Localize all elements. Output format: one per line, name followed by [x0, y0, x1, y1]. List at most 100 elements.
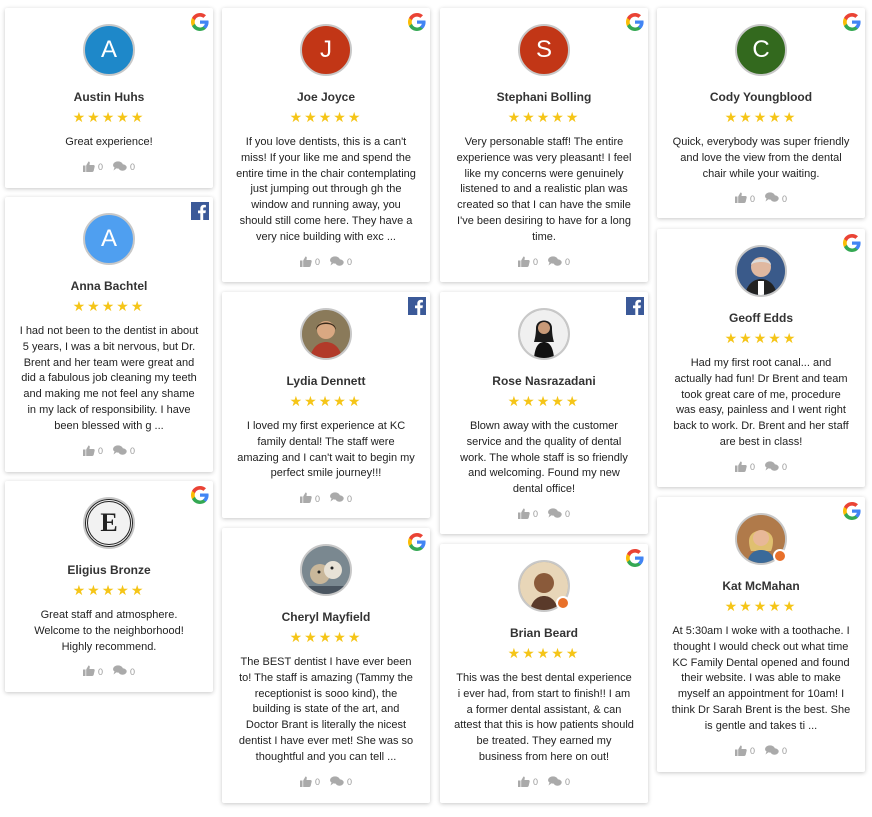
- comment-count: 0: [565, 777, 571, 788]
- google-icon[interactable]: [843, 502, 861, 520]
- like-button[interactable]: 0: [82, 445, 103, 458]
- reviewer-name[interactable]: Cheryl Mayfield: [234, 610, 418, 624]
- comment-button[interactable]: 0: [548, 508, 570, 521]
- comments-icon: [113, 161, 127, 174]
- comment-button[interactable]: 0: [330, 255, 352, 269]
- comments-icon: [330, 775, 344, 789]
- profile-photo: [302, 310, 350, 358]
- reviewer-name[interactable]: Cody Youngblood: [669, 90, 853, 104]
- avatar: E: [83, 497, 135, 549]
- reviewer-name[interactable]: Stephani Bolling: [452, 90, 636, 104]
- review-card: A Austin Huhs ★★★★★ Great experience! 0 …: [5, 8, 213, 188]
- comment-count: 0: [347, 493, 353, 504]
- google-icon[interactable]: [843, 13, 861, 31]
- like-button[interactable]: 0: [517, 776, 538, 789]
- review-card: Brian Beard ★★★★★ This was the best dent…: [440, 544, 648, 803]
- review-text: Quick, everybody was super friendly and …: [672, 136, 850, 180]
- like-count: 0: [532, 509, 538, 520]
- review-text: Great staff and atmosphere. Welcome to t…: [34, 609, 184, 653]
- reviewer-name[interactable]: Austin Huhs: [17, 90, 201, 104]
- like-button[interactable]: 0: [299, 776, 320, 789]
- review-card: Cheryl Mayfield ★★★★★ The BEST dentist I…: [222, 528, 430, 803]
- comment-count: 0: [782, 746, 788, 757]
- comment-button[interactable]: 0: [113, 444, 136, 458]
- like-count: 0: [97, 446, 103, 457]
- google-icon[interactable]: [843, 234, 861, 252]
- like-button[interactable]: 0: [734, 192, 755, 205]
- comment-button[interactable]: 0: [330, 775, 352, 789]
- avatar-initial: A: [100, 36, 117, 63]
- facebook-icon[interactable]: [626, 297, 644, 315]
- review-text: I loved my first experience at KC family…: [237, 420, 415, 480]
- like-button[interactable]: 0: [517, 256, 538, 269]
- avatar: [518, 560, 570, 612]
- avatar-monogram: E: [85, 499, 133, 547]
- comment-button[interactable]: 0: [548, 776, 570, 789]
- avatar: [300, 544, 352, 596]
- comment-button[interactable]: 0: [765, 744, 788, 758]
- reviewer-name[interactable]: Joe Joyce: [234, 90, 418, 104]
- star-rating: ★★★★★: [289, 629, 363, 645]
- google-icon[interactable]: [191, 13, 209, 31]
- like-count: 0: [97, 162, 103, 173]
- reviewer-name[interactable]: Brian Beard: [452, 626, 636, 640]
- facebook-icon[interactable]: [191, 202, 209, 220]
- like-button[interactable]: 0: [299, 256, 320, 269]
- review-card: Geoff Edds ★★★★★ Had my first root canal…: [657, 229, 865, 487]
- review-card: A Anna Bachtel ★★★★★ I had not been to t…: [5, 197, 213, 472]
- comment-button[interactable]: 0: [113, 665, 135, 678]
- reviewer-name[interactable]: Lydia Dennett: [234, 374, 418, 388]
- profile-photo: [737, 247, 785, 295]
- thumbs-up-icon: [299, 492, 312, 505]
- comment-button[interactable]: 0: [765, 192, 787, 205]
- comment-count: 0: [782, 462, 788, 473]
- google-icon[interactable]: [626, 549, 644, 567]
- avatar: C: [735, 24, 787, 76]
- thumbs-up-icon: [734, 745, 747, 758]
- review-card: Rose Nasrazadani ★★★★★ Blown away with t…: [440, 292, 648, 534]
- like-count: 0: [314, 777, 320, 788]
- review-card: S Stephani Bolling ★★★★★ Very personable…: [440, 8, 648, 282]
- google-icon[interactable]: [408, 13, 426, 31]
- avatar: [518, 308, 570, 360]
- reviewer-name[interactable]: Geoff Edds: [669, 311, 853, 325]
- comments-icon: [548, 508, 562, 521]
- review-card: C Cody Youngblood ★★★★★ Quick, everybody…: [657, 8, 865, 218]
- star-rating: ★★★★★: [289, 109, 363, 125]
- like-button[interactable]: 0: [82, 665, 103, 678]
- avatar-initial: C: [752, 36, 770, 63]
- review-text: Blown away with the customer service and…: [460, 420, 628, 496]
- comment-button[interactable]: 0: [330, 492, 352, 505]
- avatar-initial: J: [320, 36, 332, 63]
- like-button[interactable]: 0: [734, 461, 755, 474]
- reviewer-name[interactable]: Eligius Bronze: [17, 563, 201, 577]
- like-button[interactable]: 0: [299, 492, 320, 505]
- local-guide-badge: [556, 596, 570, 610]
- like-button[interactable]: 0: [517, 508, 538, 521]
- like-count: 0: [314, 257, 320, 268]
- review-text: If you love dentists, this is a can't mi…: [236, 136, 416, 243]
- facebook-icon[interactable]: [408, 297, 426, 315]
- comment-count: 0: [130, 446, 136, 457]
- like-count: 0: [532, 257, 538, 268]
- avatar: A: [83, 24, 135, 76]
- comment-button[interactable]: 0: [548, 255, 570, 269]
- comment-button[interactable]: 0: [113, 161, 135, 174]
- avatar: [735, 245, 787, 297]
- comment-count: 0: [565, 509, 571, 520]
- google-icon[interactable]: [408, 533, 426, 551]
- google-icon[interactable]: [626, 13, 644, 31]
- reviewer-name[interactable]: Anna Bachtel: [17, 279, 201, 293]
- comment-button[interactable]: 0: [765, 461, 787, 474]
- google-icon[interactable]: [191, 486, 209, 504]
- reviewer-name[interactable]: Kat McMahan: [669, 579, 853, 593]
- review-card: Kat McMahan ★★★★★ At 5:30am I woke with …: [657, 497, 865, 772]
- reviewer-name[interactable]: Rose Nasrazadani: [452, 374, 636, 388]
- like-button[interactable]: 0: [82, 161, 103, 174]
- thumbs-up-icon: [299, 776, 312, 789]
- comments-icon: [113, 444, 127, 458]
- avatar: A: [83, 213, 135, 265]
- like-button[interactable]: 0: [734, 745, 755, 758]
- comments-icon: [765, 461, 779, 474]
- review-card: Lydia Dennett ★★★★★ I loved my first exp…: [222, 292, 430, 518]
